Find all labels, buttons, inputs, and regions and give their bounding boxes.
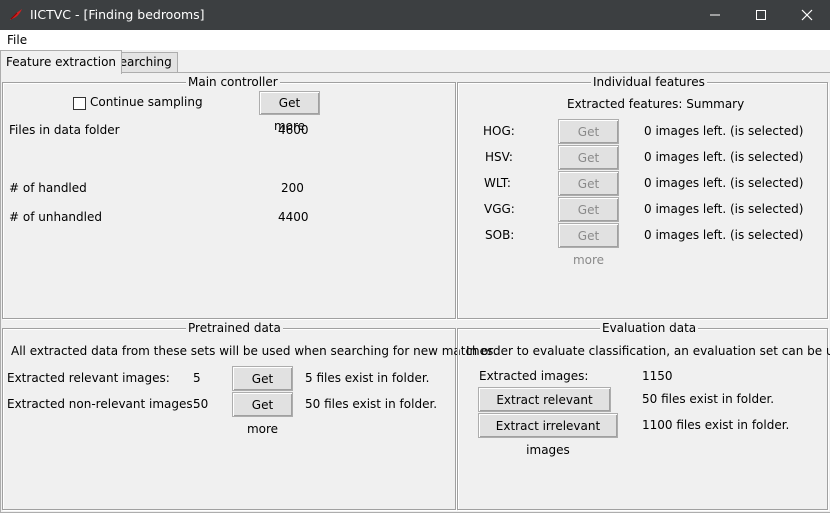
window-title: IICTVC - [Finding bedrooms] — [30, 7, 205, 22]
feature-name: HOG: — [483, 124, 515, 138]
tab-strip: Feature extraction Searching — [0, 50, 830, 74]
feature-status: 0 images left. (is selected) — [644, 228, 804, 242]
get-more-button[interactable]: Get more — [259, 91, 320, 133]
continue-sampling-checkbox[interactable] — [73, 97, 86, 110]
feature-get-more-button[interactable]: Get more — [558, 145, 619, 189]
extract-relevant-button[interactable]: Extract relevant images — [478, 387, 611, 431]
features-summary: Extracted features: Summary — [567, 97, 745, 111]
get-more-relevant-button[interactable]: Get more — [232, 366, 293, 410]
unhandled-label: # of unhandled — [9, 210, 102, 224]
extract-irrelevant-button[interactable]: Extract irrelevant images — [478, 413, 618, 457]
minimize-button[interactable] — [692, 0, 738, 30]
relevant-images-label: Extracted relevant images: — [7, 371, 170, 385]
close-button[interactable] — [784, 0, 830, 30]
feature-name: VGG: — [484, 202, 515, 216]
files-in-folder-value: 4600 — [278, 123, 309, 137]
main-controller-legend: Main controller — [186, 75, 280, 89]
menu-bar: File — [0, 30, 830, 50]
feature-status: 0 images left. (is selected) — [644, 124, 804, 138]
extracted-images-value: 1150 — [642, 369, 673, 383]
individual-features-frame: Individual features — [457, 75, 828, 319]
feature-status: 0 images left. (is selected) — [644, 176, 804, 190]
feature-name: SOB: — [485, 228, 515, 242]
continue-sampling-label: Continue sampling — [90, 95, 203, 109]
feature-get-more-button[interactable]: Get more — [558, 223, 619, 267]
irrelevant-eval-info: 1100 files exist in folder. — [642, 418, 790, 432]
feature-get-more-button[interactable]: Get more — [558, 197, 619, 241]
title-bar: IICTVC - [Finding bedrooms] — [0, 0, 830, 30]
individual-features-legend: Individual features — [591, 75, 707, 89]
get-more-non-relevant-button[interactable]: Get more — [232, 392, 293, 436]
feature-get-more-button[interactable]: Get more — [558, 119, 619, 163]
feature-name: HSV: — [485, 150, 513, 164]
main-controller-frame: Main controller — [2, 75, 456, 319]
feature-status: 0 images left. (is selected) — [644, 150, 804, 164]
maximize-button[interactable] — [738, 0, 784, 30]
handled-value: 200 — [281, 181, 304, 195]
extracted-images-label: Extracted images: — [479, 369, 589, 383]
feature-status: 0 images left. (is selected) — [644, 202, 804, 216]
menu-file[interactable]: File — [7, 33, 27, 47]
handled-label: # of handled — [9, 181, 87, 195]
relevant-images-value: 5 — [193, 371, 201, 385]
relevant-files-info: 5 files exist in folder. — [305, 371, 430, 385]
pretrained-data-legend: Pretrained data — [186, 321, 283, 335]
non-relevant-images-value: 50 — [193, 397, 209, 411]
non-relevant-files-info: 50 files exist in folder. — [305, 397, 438, 411]
non-relevant-images-label: Extracted non-relevant images: — [7, 397, 197, 411]
evaluation-data-legend: Evaluation data — [600, 321, 699, 335]
relevant-eval-info: 50 files exist in folder. — [642, 392, 775, 406]
files-in-folder-label: Files in data folder — [9, 123, 120, 137]
feature-name: WLT: — [484, 176, 511, 190]
unhandled-value: 4400 — [278, 210, 309, 224]
pretrained-description: All extracted data from these sets will … — [11, 344, 498, 358]
tab-feature-extraction[interactable]: Feature extraction — [0, 50, 123, 74]
feature-get-more-button[interactable]: Get more — [558, 171, 619, 215]
evaluation-description: In order to evaluate classification, an … — [466, 344, 830, 358]
app-feather-icon — [8, 7, 24, 26]
